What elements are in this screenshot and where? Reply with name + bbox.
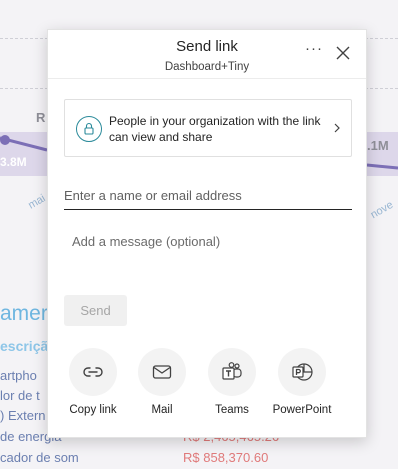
share-option-label: Teams <box>215 404 249 416</box>
mail-button[interactable]: Mail <box>122 348 202 420</box>
header-divider <box>48 78 366 79</box>
table-row: ) Extern <box>0 408 46 423</box>
powerpoint-icon <box>292 363 313 381</box>
share-option-label: PowerPoint <box>272 404 332 416</box>
section-subtitle: escriçã <box>0 338 49 354</box>
section-title: amer <box>0 302 48 325</box>
message-input[interactable] <box>64 230 352 290</box>
chart-data-label: .1M <box>367 138 389 153</box>
close-button[interactable] <box>334 44 352 62</box>
send-link-dialog: Send link Dashboard+Tiny ··· People in y… <box>47 29 367 438</box>
mail-icon <box>152 365 172 379</box>
table-row: lor de t <box>0 388 40 403</box>
chart-data-label: R <box>36 110 46 125</box>
copy-link-button[interactable]: Copy link <box>53 348 133 420</box>
teams-button[interactable]: Teams <box>192 348 272 420</box>
table-row: artpho <box>0 368 37 383</box>
dialog-subtitle: Dashboard+Tiny <box>164 61 250 73</box>
chart-data-label: 3.8M <box>0 155 27 169</box>
more-options-button[interactable]: ··· <box>303 41 325 62</box>
powerpoint-button[interactable]: PowerPoint <box>262 348 342 420</box>
close-icon <box>336 46 350 60</box>
share-option-label: Mail <box>151 404 173 416</box>
recipient-input[interactable] <box>64 182 352 210</box>
teams-icon <box>222 362 242 380</box>
chevron-right-icon <box>334 123 340 133</box>
link-settings-button[interactable]: People in your organization with the lin… <box>64 99 352 157</box>
table-cell-value: R$ 858,370.60 <box>183 450 269 465</box>
lock-icon <box>76 116 102 142</box>
link-access-description: People in your organization with the lin… <box>109 114 321 144</box>
table-row: cador de som <box>0 450 79 465</box>
share-option-label: Copy link <box>69 404 117 416</box>
link-icon <box>83 367 103 377</box>
send-button[interactable]: Send <box>64 295 127 326</box>
